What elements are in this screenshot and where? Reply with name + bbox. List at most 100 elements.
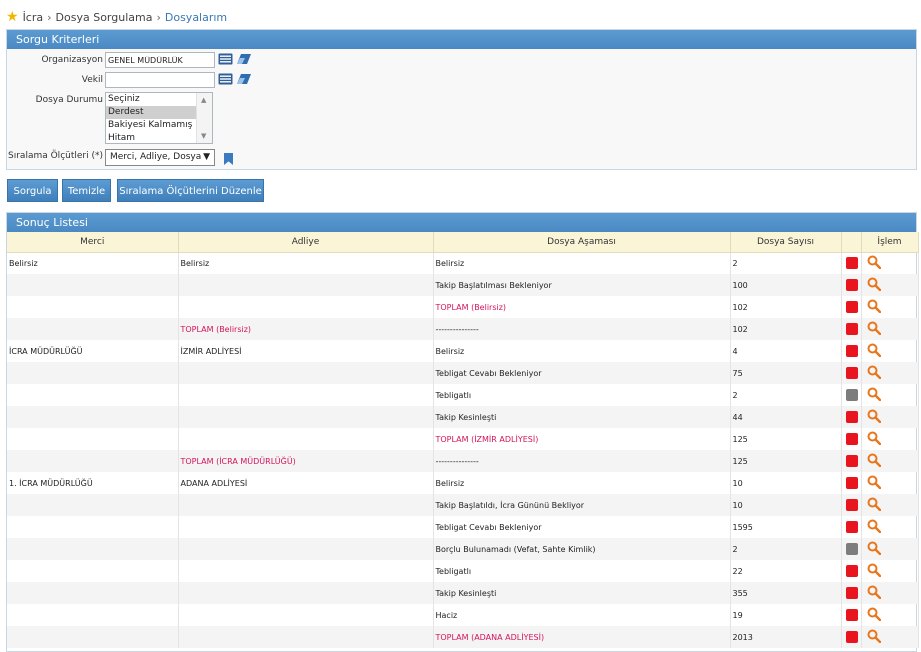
criteria-panel: Sorgu Kriterleri Organizasyon Vekil Dosy… [6, 29, 917, 170]
listbox-option[interactable]: Hitam [106, 132, 196, 143]
dosya-sayisi-cell: 75 [730, 362, 842, 384]
dosya-sayisi-cell: 10 [730, 472, 842, 494]
adliye-cell: TOPLAM (Belirsiz) [178, 318, 434, 340]
dosya-asamasi-cell: TOPLAM (Belirsiz) [433, 296, 731, 318]
column-header-dosya-sayisi[interactable]: Dosya Sayısı [730, 232, 842, 253]
listbox-option[interactable]: Seçiniz [106, 93, 196, 106]
islem-cell [861, 406, 919, 428]
dosya-asamasi-cell: Haciz [433, 604, 731, 626]
bookmark-icon[interactable] [224, 153, 233, 165]
magnifier-icon[interactable] [867, 519, 881, 535]
magnifier-icon[interactable] [867, 299, 881, 315]
table-row: Takip Kesinleşti 44 [7, 406, 919, 428]
dosya-asamasi-cell: --------------- [433, 318, 731, 340]
list-icon[interactable] [218, 53, 233, 68]
merci-cell [7, 604, 179, 626]
listbox-scrollbar[interactable]: ▲ ▼ [196, 93, 212, 143]
table-row: İCRA MÜDÜRLÜĞÜ İZMİR ADLİYESİ Belirsiz 4 [7, 340, 919, 362]
column-header-adliye[interactable]: Adliye [178, 232, 434, 253]
islem-cell [861, 362, 919, 384]
table-row: 1. İCRA MÜDÜRLÜĞÜ ADANA ADLİYESİ Belirsiz 1… [7, 472, 919, 494]
islem-cell [861, 274, 919, 296]
status-cell [841, 604, 862, 626]
scroll-up-icon[interactable]: ▲ [201, 96, 206, 104]
merci-cell: 1. İCRA MÜDÜRLÜĞÜ [7, 472, 179, 494]
scroll-down-icon[interactable]: ▼ [201, 132, 206, 140]
listbox-option[interactable]: Bakiyesi Kalmamış [106, 119, 196, 132]
dosya-sayisi-cell: 1595 [730, 516, 842, 538]
dosya-sayisi-cell: 102 [730, 318, 842, 340]
breadcrumb-item-icra[interactable]: İcra [23, 11, 44, 24]
status-cell [841, 296, 862, 318]
column-header-status [841, 232, 862, 253]
organizasyon-field[interactable] [105, 52, 215, 68]
adliye-cell: TOPLAM (İCRA MÜDÜRLÜĞÜ) [178, 450, 434, 472]
islem-cell [861, 538, 919, 560]
magnifier-icon[interactable] [867, 343, 881, 359]
status-indicator-icon [845, 411, 858, 423]
status-cell [841, 274, 862, 296]
table-row: Tebligat Cevabı Bekleniyor 1595 [7, 516, 919, 538]
magnifier-icon[interactable] [867, 453, 881, 469]
magnifier-icon[interactable] [867, 497, 881, 513]
magnifier-icon[interactable] [867, 387, 881, 403]
islem-cell [861, 494, 919, 516]
magnifier-icon[interactable] [867, 365, 881, 381]
merci-cell [7, 626, 179, 648]
magnifier-icon[interactable] [867, 585, 881, 601]
table-row: Takip Başlatıldı, İcra Gününü Bekliyor 10 [7, 494, 919, 516]
table-row: Tebligat Cevabı Bekleniyor 75 [7, 362, 919, 384]
magnifier-icon[interactable] [867, 629, 881, 645]
temizle-button[interactable]: Temizle [62, 179, 111, 202]
adliye-cell: ADANA ADLİYESİ [178, 472, 434, 494]
status-indicator-icon [845, 367, 858, 379]
status-cell [841, 516, 862, 538]
magnifier-icon[interactable] [867, 409, 881, 425]
vekil-field[interactable] [105, 72, 215, 88]
magnifier-icon[interactable] [867, 431, 881, 447]
status-cell [841, 340, 862, 362]
sorgula-button[interactable]: Sorgula [7, 179, 58, 202]
table-row: TOPLAM (Belirsiz) 102 [7, 296, 919, 318]
magnifier-icon[interactable] [867, 541, 881, 557]
breadcrumb: ★ İcra › Dosya Sorgulama › Dosyalarım [6, 8, 227, 26]
eraser-icon[interactable] [236, 73, 252, 88]
siralama-label: Sıralama Ölçütleri (*) [8, 151, 103, 161]
magnifier-icon[interactable] [867, 277, 881, 293]
results-panel: Sonuç Listesi Merci Adliye Dosya Aşaması… [6, 212, 919, 652]
status-indicator-icon [845, 521, 858, 533]
breadcrumb-item-dosya-sorgulama[interactable]: Dosya Sorgulama [56, 11, 153, 24]
column-header-dosya-asamasi[interactable]: Dosya Aşaması [433, 232, 731, 253]
merci-cell [7, 516, 179, 538]
star-icon[interactable]: ★ [6, 9, 19, 25]
magnifier-icon[interactable] [867, 321, 881, 337]
results-table-body: Belirsiz Belirsiz Belirsiz 2 Takip Başlatılm… [7, 252, 919, 648]
table-row: Borçlu Bulunamadı (Vefat, Sahte Kimlik) 2 [7, 538, 919, 560]
eraser-icon[interactable] [236, 53, 252, 68]
islem-cell [861, 582, 919, 604]
listbox-option-selected[interactable]: Derdest [106, 106, 196, 119]
islem-cell [861, 604, 919, 626]
list-icon[interactable] [218, 73, 233, 88]
column-header-merci[interactable]: Merci [7, 232, 179, 253]
siralama-select[interactable]: Merci, Adliye, Dosya ▼ [105, 149, 215, 166]
dosya-sayisi-cell: 355 [730, 582, 842, 604]
magnifier-icon[interactable] [867, 563, 881, 579]
adliye-cell [178, 582, 434, 604]
status-indicator-icon [845, 543, 858, 555]
merci-cell [7, 538, 179, 560]
magnifier-icon[interactable] [867, 475, 881, 491]
status-cell [841, 472, 862, 494]
status-indicator-icon [845, 323, 858, 335]
dosya-durumu-listbox[interactable]: Seçiniz Derdest Bakiyesi Kalmamış Hitam … [105, 92, 213, 144]
status-cell [841, 428, 862, 450]
status-indicator-icon [845, 587, 858, 599]
siralama-duzenle-button[interactable]: Sıralama Ölçütlerini Düzenle [117, 179, 264, 202]
islem-cell [861, 296, 919, 318]
status-indicator-icon [845, 389, 858, 401]
magnifier-icon[interactable] [867, 607, 881, 623]
magnifier-icon[interactable] [867, 255, 881, 271]
merci-cell [7, 494, 179, 516]
column-header-islem: İşlem [861, 232, 919, 253]
islem-cell [861, 428, 919, 450]
